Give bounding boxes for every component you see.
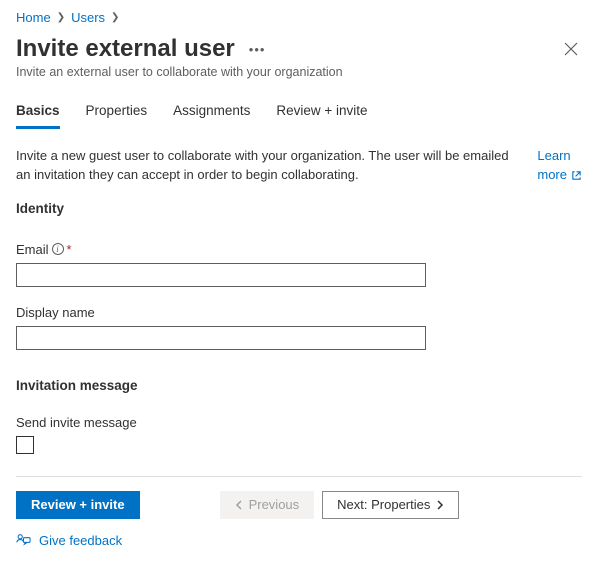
info-icon[interactable]: i xyxy=(52,243,64,255)
chevron-right-icon: ❯ xyxy=(111,12,119,23)
tab-properties[interactable]: Properties xyxy=(86,103,148,129)
close-icon[interactable] xyxy=(560,38,582,60)
feedback-icon xyxy=(16,533,31,548)
page-subtitle: Invite an external user to collaborate w… xyxy=(16,65,582,79)
send-invite-checkbox[interactable] xyxy=(16,436,34,454)
previous-button: Previous xyxy=(220,491,315,519)
page-header: Invite external user ••• xyxy=(16,35,582,63)
tab-bar: Basics Properties Assignments Review + i… xyxy=(16,103,582,129)
chevron-right-icon: ❯ xyxy=(57,12,65,23)
footer-buttons: Review + invite Previous Next: Propertie… xyxy=(16,491,582,519)
required-indicator: * xyxy=(67,242,72,257)
breadcrumb: Home ❯ Users ❯ xyxy=(16,10,582,25)
page-title: Invite external user xyxy=(16,35,235,63)
tab-assignments[interactable]: Assignments xyxy=(173,103,250,129)
tab-review-invite[interactable]: Review + invite xyxy=(276,103,367,129)
invitation-heading: Invitation message xyxy=(16,378,582,393)
breadcrumb-users[interactable]: Users xyxy=(71,10,105,25)
more-actions-icon[interactable]: ••• xyxy=(249,42,266,57)
divider xyxy=(16,476,582,477)
chevron-right-icon xyxy=(436,500,444,510)
display-name-field[interactable] xyxy=(16,326,426,350)
next-properties-button[interactable]: Next: Properties xyxy=(322,491,459,519)
review-invite-button[interactable]: Review + invite xyxy=(16,491,140,519)
external-link-icon xyxy=(571,170,582,181)
give-feedback-link[interactable]: Give feedback xyxy=(16,533,582,548)
display-name-label: Display name xyxy=(16,305,582,320)
identity-heading: Identity xyxy=(16,201,582,216)
email-field[interactable] xyxy=(16,263,426,287)
learn-more-link[interactable]: Learn more xyxy=(537,147,582,185)
breadcrumb-home[interactable]: Home xyxy=(16,10,51,25)
chevron-left-icon xyxy=(235,500,243,510)
email-label: Email i * xyxy=(16,242,582,257)
intro-text: Invite a new guest user to collaborate w… xyxy=(16,147,521,185)
intro-row: Invite a new guest user to collaborate w… xyxy=(16,147,582,185)
send-invite-label: Send invite message xyxy=(16,415,582,430)
tab-basics[interactable]: Basics xyxy=(16,103,60,129)
